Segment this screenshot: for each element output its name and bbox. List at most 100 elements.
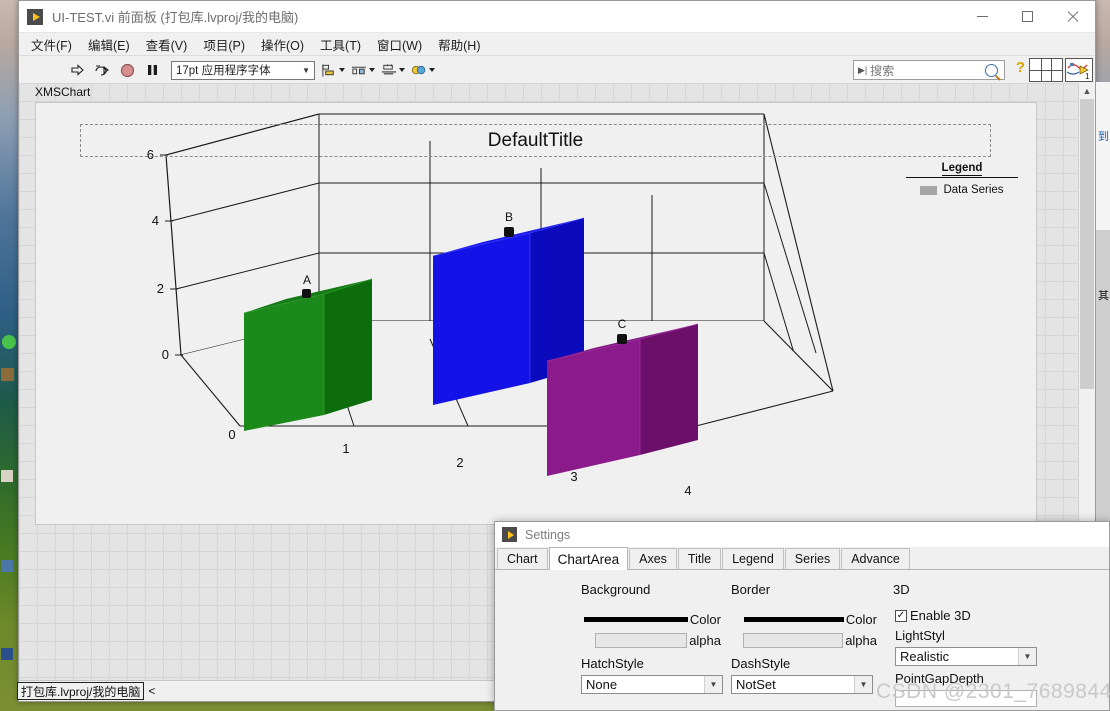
tab-series[interactable]: Series: [784, 548, 841, 569]
desktop-icon-app: [1, 560, 13, 572]
font-selector[interactable]: 17pt 应用程序字体 ▼: [171, 60, 315, 80]
enable-3d-label: Enable 3D: [910, 608, 971, 623]
magnifier-icon[interactable]: [985, 63, 998, 77]
vi-icon-number: 1: [1085, 72, 1090, 81]
background-alpha-row[interactable]: alpha: [581, 632, 721, 650]
reorder-objects-button[interactable]: [411, 60, 435, 80]
border-color-label: Color: [845, 612, 877, 628]
tab-advance[interactable]: Advance: [841, 548, 910, 569]
chevron-down-icon: [429, 68, 435, 72]
scroll-left-icon[interactable]: <: [148, 684, 155, 698]
border-color-swatch[interactable]: [743, 617, 844, 623]
tab-chartarea[interactable]: ChartArea: [548, 547, 629, 570]
xms-chart-control[interactable]: 6 4 2 0 0 1 2 3 4 A B C DefaultTitle Leg…: [35, 102, 1037, 525]
border-group-heading: Border: [731, 582, 771, 597]
background-color-swatch[interactable]: [583, 617, 688, 623]
menu-item-view[interactable]: 查看(V): [146, 35, 188, 54]
hatchstyle-select[interactable]: None ▼: [581, 675, 723, 694]
bar-A-marker: [302, 289, 311, 298]
labview-run-icon: [27, 8, 43, 25]
chevron-down-icon[interactable]: ▼: [1018, 648, 1036, 665]
tab-legend[interactable]: Legend: [722, 548, 784, 569]
desktop-icon-green: [2, 335, 16, 349]
background-group-heading: Background: [581, 582, 651, 597]
legend-divider: [906, 177, 1018, 178]
bar-C-marker: [617, 334, 627, 344]
chevron-up-icon[interactable]: ▲: [1079, 83, 1095, 99]
chevron-down-icon[interactable]: ▼: [704, 676, 722, 693]
tab-chart[interactable]: Chart: [497, 548, 548, 569]
lightstyl-select[interactable]: Realistic ▼: [895, 647, 1037, 666]
border-alpha-input[interactable]: [743, 633, 844, 649]
pointgapdepth-label: PointGapDepth: [895, 671, 984, 686]
hatchstyle-value: None: [586, 677, 618, 692]
x-tick-0: 0: [228, 427, 235, 442]
background-window-top: [1096, 82, 1110, 230]
background-color-row[interactable]: Color: [581, 611, 721, 629]
legend-swatch: [920, 185, 938, 195]
pause-button[interactable]: [141, 59, 163, 81]
settings-dialog[interactable]: Settings Chart ChartArea Axes Title Lege…: [494, 521, 1110, 711]
menu-item-project[interactable]: 项目(P): [203, 35, 245, 54]
status-project-label: 打包库.lvproj/我的电脑: [17, 682, 145, 700]
search-input[interactable]: ▶| 搜索: [853, 60, 1005, 80]
settings-titlebar: Settings: [495, 522, 1109, 547]
resize-objects-button[interactable]: [381, 60, 405, 80]
close-icon: [1067, 11, 1079, 23]
vi-connector-button[interactable]: 1: [1065, 58, 1093, 82]
chevron-down-icon: [339, 68, 345, 72]
dashstyle-value: NotSet: [736, 677, 776, 692]
window-title: UI-TEST.vi 前面板 (打包库.lvproj/我的电脑): [52, 10, 299, 25]
chart-legend[interactable]: Legend Data Series: [906, 158, 1018, 196]
close-button[interactable]: [1050, 1, 1095, 32]
pointgapdepth-input[interactable]: [895, 690, 1037, 707]
align-objects-button[interactable]: [321, 60, 345, 80]
background-window-glyph-2: 其: [1098, 290, 1109, 302]
pause-icon: [147, 65, 157, 75]
minimize-button[interactable]: [960, 1, 1005, 32]
enable-3d-checkbox[interactable]: ✓: [895, 609, 907, 622]
chevron-down-icon[interactable]: ▼: [854, 676, 872, 693]
menu-item-file[interactable]: 文件(F): [31, 35, 72, 54]
dashstyle-label: DashStyle: [731, 656, 791, 671]
desktop-icon-doc: [1, 470, 13, 482]
chevron-down-icon: [399, 68, 405, 72]
menu-item-tools[interactable]: 工具(T): [320, 35, 361, 54]
run-continuously-button[interactable]: [91, 59, 113, 81]
run-arrow-icon: [70, 63, 84, 76]
window-controls: [960, 1, 1095, 32]
menu-item-help[interactable]: 帮助(H): [438, 35, 480, 54]
context-help-button[interactable]: ?: [1016, 59, 1025, 76]
background-alpha-input[interactable]: [595, 633, 688, 649]
legend-item[interactable]: Data Series: [906, 184, 1018, 196]
enable-3d-row[interactable]: ✓ Enable 3D: [895, 608, 971, 623]
tab-title[interactable]: Title: [677, 548, 722, 569]
font-selector-value: 17pt 应用程序字体: [176, 65, 271, 77]
distribute-objects-button[interactable]: [351, 60, 375, 80]
border-color-row[interactable]: Color: [731, 611, 877, 629]
window-grid-button[interactable]: [1029, 58, 1063, 82]
chart-3d-plot: 6 4 2 0 0 1 2 3 4 A B C: [147, 113, 834, 498]
run-button[interactable]: [66, 59, 88, 81]
bar-A-label: A: [303, 273, 311, 287]
border-alpha-row[interactable]: alpha: [731, 632, 877, 650]
menu-item-edit[interactable]: 编辑(E): [88, 35, 130, 54]
chart-title-box[interactable]: DefaultTitle: [80, 124, 991, 157]
labview-run-icon: [502, 527, 517, 542]
legend-title: Legend: [941, 162, 983, 176]
background-window-middle: [1096, 230, 1110, 540]
scrollbar-thumb[interactable]: [1080, 99, 1094, 389]
background-window-glyph-1: 到: [1098, 131, 1109, 143]
menu-item-window[interactable]: 窗口(W): [377, 35, 422, 54]
distribute-objects-icon: [351, 66, 367, 74]
dashstyle-select[interactable]: NotSet ▼: [731, 675, 873, 694]
menu-item-operate[interactable]: 操作(O): [261, 35, 304, 54]
maximize-button[interactable]: [1005, 1, 1050, 32]
bar-B-label: B: [505, 210, 513, 224]
abort-execution-icon: [120, 63, 134, 77]
legend-item-label: Data Series: [943, 184, 1004, 196]
abort-execution-button[interactable]: [116, 59, 138, 81]
tab-axes[interactable]: Axes: [629, 548, 677, 569]
desktop-icon-misc: [1, 648, 13, 660]
bar-C-label: C: [618, 317, 627, 331]
